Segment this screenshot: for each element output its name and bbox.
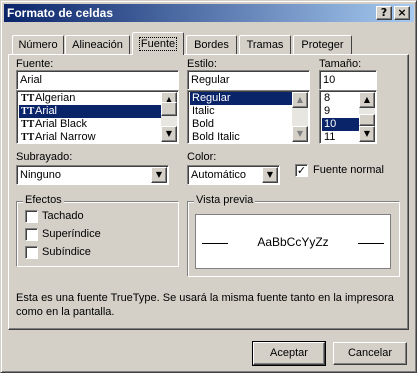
style-input[interactable]: Regular <box>187 70 310 90</box>
tab-label: Fuente <box>138 37 178 51</box>
tab-label: Número <box>18 39 58 51</box>
tab-label: Tramas <box>246 39 284 51</box>
font-item-label: Arial Black <box>35 118 87 130</box>
scroll-down-icon[interactable]: ▼ <box>161 126 177 142</box>
size-list-item[interactable]: 11 <box>322 131 360 143</box>
tab-tramas[interactable]: Tramas <box>239 35 291 54</box>
font-item-label: Arial Narrow <box>35 131 96 143</box>
truetype-icon: TT <box>21 106 35 117</box>
superscript-checkbox[interactable] <box>25 228 38 241</box>
font-input[interactable]: Arial <box>16 70 179 90</box>
color-label: Color: <box>187 151 217 163</box>
style-scrollbar[interactable]: ▲ ▼ <box>292 92 308 142</box>
scroll-up-icon[interactable]: ▲ <box>359 92 375 108</box>
color-select[interactable]: Automático ▼ <box>187 165 280 185</box>
style-list-item-selected[interactable]: Regular <box>190 92 293 105</box>
strikethrough-label: Tachado <box>42 210 84 222</box>
ok-button[interactable]: Aceptar <box>252 341 326 366</box>
tab-label: Bordes <box>194 39 229 51</box>
size-list[interactable]: 8 9 10 11 ▲ ▼ <box>319 90 377 144</box>
effects-group: Efectos Tachado Superíndice Subíndice <box>16 194 179 267</box>
tab-label: Alineación <box>72 39 123 51</box>
chevron-down-icon[interactable]: ▼ <box>262 167 278 183</box>
size-list-item-selected[interactable]: 10 <box>322 118 360 131</box>
scroll-thumb[interactable] <box>161 102 177 116</box>
color-value: Automático <box>191 169 247 181</box>
font-item-label: Arial <box>35 105 58 117</box>
preview-sample-text: AaBbCcYyZz <box>257 235 329 249</box>
tab-numero[interactable]: Número <box>12 35 64 54</box>
font-list-item[interactable]: TTAlgerian <box>19 92 162 105</box>
font-list[interactable]: TTAlgerian TTArial TTArial Black TTArial… <box>16 90 179 144</box>
style-list[interactable]: Regular Italic Bold Bold Italic ▲ ▼ <box>187 90 310 144</box>
font-item-label: Algerian <box>35 92 76 104</box>
tab-alineacion[interactable]: Alineación <box>65 35 130 54</box>
font-list-item[interactable]: TTArial Black <box>19 118 162 131</box>
font-list-item-selected[interactable]: TTArial <box>19 105 162 118</box>
close-icon[interactable]: × <box>394 6 410 20</box>
preview-group: Vista previa AaBbCcYyZz <box>187 194 400 277</box>
subscript-checkbox[interactable] <box>25 246 38 259</box>
size-list-item[interactable]: 8 <box>322 92 360 105</box>
format-cells-dialog: Formato de celdas ? × Número Alineación … <box>0 0 417 373</box>
font-description: Esta es una fuente TrueType. Se usará la… <box>16 292 394 318</box>
scroll-thumb[interactable] <box>359 114 375 126</box>
tab-proteger[interactable]: Proteger <box>293 35 352 54</box>
preview-title: Vista previa <box>194 194 256 206</box>
size-scrollbar[interactable]: ▲ ▼ <box>359 92 375 142</box>
window-title: Formato de celdas <box>7 6 114 20</box>
style-label: Estilo: <box>187 58 217 70</box>
size-list-item[interactable]: 9 <box>322 105 360 118</box>
tab-label: Proteger <box>301 39 344 51</box>
normal-font-checkbox[interactable]: ✓ <box>295 164 308 177</box>
style-list-item[interactable]: Italic <box>190 105 293 118</box>
font-list-item[interactable]: TTArial Narrow <box>19 131 162 143</box>
truetype-icon: TT <box>21 132 35 143</box>
size-input[interactable]: 10 <box>319 70 377 90</box>
subscript-label: Subíndice <box>42 246 91 258</box>
chevron-down-icon[interactable]: ▼ <box>151 167 167 183</box>
size-label: Tamaño: <box>319 58 362 70</box>
effects-title: Efectos <box>23 194 64 206</box>
underline-select[interactable]: Ninguno ▼ <box>16 165 169 185</box>
title-bar[interactable]: Formato de celdas ? × <box>4 4 414 22</box>
normal-font-label: Fuente normal <box>313 164 384 176</box>
scroll-down-icon[interactable]: ▼ <box>292 126 308 142</box>
help-icon[interactable]: ? <box>376 6 392 20</box>
truetype-icon: TT <box>21 93 35 104</box>
preview-box: AaBbCcYyZz <box>195 214 391 269</box>
tab-bordes[interactable]: Bordes <box>186 35 237 54</box>
strikethrough-checkbox[interactable] <box>25 210 38 223</box>
cancel-button[interactable]: Cancelar <box>333 342 407 365</box>
style-list-item[interactable]: Bold <box>190 118 293 131</box>
underline-value: Ninguno <box>20 169 61 181</box>
superscript-label: Superíndice <box>42 228 101 240</box>
scroll-down-icon[interactable]: ▼ <box>359 126 375 142</box>
font-label: Fuente: <box>16 58 54 70</box>
font-scrollbar[interactable]: ▲ ▼ <box>161 92 177 142</box>
font-tab-panel: Fuente: Arial TTAlgerian TTArial TTArial… <box>8 54 409 330</box>
underline-label: Subrayado: <box>16 151 73 163</box>
tab-fuente[interactable]: Fuente <box>132 32 184 55</box>
style-list-item[interactable]: Bold Italic <box>190 131 293 143</box>
truetype-icon: TT <box>21 119 35 130</box>
scroll-up-icon[interactable]: ▲ <box>292 92 308 108</box>
